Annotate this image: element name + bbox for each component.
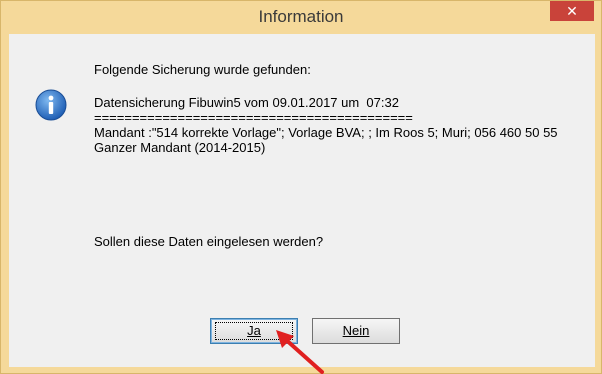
close-icon: ✕ (566, 3, 578, 19)
dialog-window: Information ✕ Folgende Sicherung wurde g… (0, 0, 602, 374)
yes-button-label: Ja (247, 323, 261, 338)
message-line-backup: Datensicherung Fibuwin5 vom 09.01.2017 u… (94, 95, 399, 110)
dialog-body: Folgende Sicherung wurde gefunden: Daten… (9, 34, 595, 367)
no-button-label: Nein (342, 323, 370, 338)
close-button[interactable]: ✕ (550, 1, 594, 21)
title-bar[interactable]: Information ✕ (1, 1, 601, 34)
message-line-scope: Ganzer Mandant (2014-2015) (94, 140, 266, 155)
message-line-found: Folgende Sicherung wurde gefunden: (94, 62, 311, 77)
info-icon (35, 89, 67, 121)
message-separator: ========================================… (94, 110, 413, 125)
red-arrow-icon (276, 330, 324, 374)
message-question: Sollen diese Daten eingelesen werden? (94, 234, 324, 249)
message-line-mandant: Mandant :"514 korrekte Vorlage"; Vorlage… (94, 125, 558, 140)
window-title: Information (258, 7, 344, 26)
